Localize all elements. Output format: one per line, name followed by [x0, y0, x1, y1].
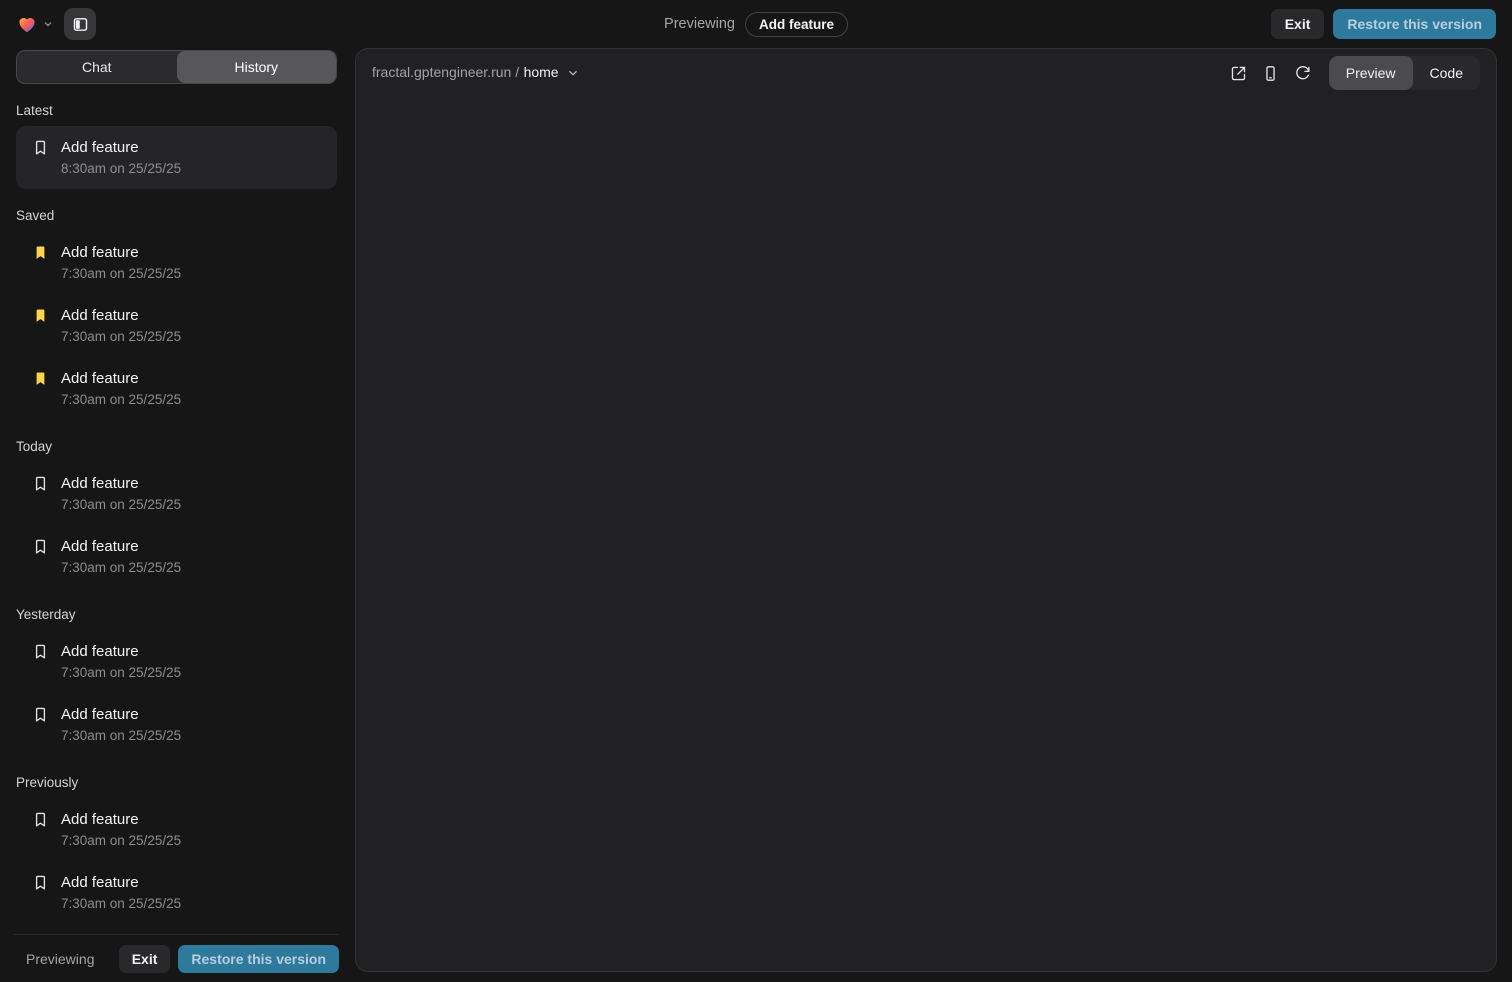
section-header-latest: Latest: [16, 102, 337, 120]
version-timestamp: 7:30am on 25/25/25: [61, 831, 181, 851]
sidebar-toggle-button[interactable]: [64, 8, 96, 40]
version-timestamp: 7:30am on 25/25/25: [61, 264, 181, 284]
version-list-item[interactable]: Add feature7:30am on 25/25/25: [16, 357, 337, 420]
preview-panel: fractal.gptengineer.run / home: [355, 48, 1497, 972]
tab-preview[interactable]: Preview: [1329, 56, 1413, 90]
restore-version-button[interactable]: Restore this version: [178, 945, 339, 973]
version-timestamp: 7:30am on 25/25/25: [61, 726, 181, 746]
version-title: Add feature: [61, 703, 181, 726]
version-timestamp: 7:30am on 25/25/25: [61, 390, 181, 410]
section-header-yesterday: Yesterday: [16, 606, 337, 624]
refresh-button[interactable]: [1289, 59, 1317, 87]
bookmark-outline-icon: [32, 706, 49, 723]
version-title: Add feature: [61, 472, 181, 495]
version-badge[interactable]: Add feature: [745, 12, 848, 37]
exit-button[interactable]: Exit: [119, 945, 171, 973]
previewing-status-label: Previewing: [664, 16, 735, 32]
mobile-view-icon: [1262, 65, 1279, 82]
exit-button[interactable]: Exit: [1271, 9, 1325, 39]
version-list-item[interactable]: Add feature7:30am on 25/25/25: [16, 630, 337, 693]
version-title: Add feature: [61, 871, 181, 894]
version-timestamp: 7:30am on 25/25/25: [61, 495, 181, 515]
preview-url-selector[interactable]: fractal.gptengineer.run / home: [372, 64, 580, 82]
bookmark-outline-icon: [32, 874, 49, 891]
restore-version-button[interactable]: Restore this version: [1333, 9, 1496, 39]
section-header-previously: Previously: [16, 774, 337, 792]
url-page: home: [524, 64, 559, 80]
version-history-list: LatestAdd feature8:30am on 25/25/25Saved…: [12, 84, 341, 934]
history-sidebar: ChatHistory LatestAdd feature8:30am on 2…: [0, 48, 355, 982]
tab-code[interactable]: Code: [1413, 56, 1480, 90]
tab-chat[interactable]: Chat: [17, 51, 177, 83]
sidebar-footer: Previewing Exit Restore this version: [14, 934, 339, 982]
version-timestamp: 7:30am on 25/25/25: [61, 894, 181, 914]
version-list-item[interactable]: Add feature7:30am on 25/25/25: [16, 462, 337, 525]
version-title: Add feature: [61, 640, 181, 663]
section-header-today: Today: [16, 438, 337, 456]
preview-header: fractal.gptengineer.run / home: [356, 49, 1496, 97]
version-list-item[interactable]: Add feature7:30am on 25/25/25: [16, 798, 337, 861]
version-timestamp: 7:30am on 25/25/25: [61, 558, 181, 578]
version-title: Add feature: [61, 808, 181, 831]
bookmark-outline-icon: [32, 811, 49, 828]
mobile-view-button[interactable]: [1257, 59, 1285, 87]
version-list-item[interactable]: Add feature7:30am on 25/25/25: [16, 294, 337, 357]
version-list-item[interactable]: Add feature7:30am on 25/25/25: [16, 861, 337, 924]
bookmark-filled-icon: [32, 370, 49, 387]
version-timestamp: 8:30am on 25/25/25: [61, 159, 181, 179]
version-list-item[interactable]: Add feature7:30am on 25/25/25: [16, 693, 337, 756]
heart-logo-icon: [16, 13, 38, 35]
section-header-saved: Saved: [16, 207, 337, 225]
open-in-new-tab-button[interactable]: [1225, 59, 1253, 87]
preview-content-area: [356, 97, 1496, 971]
panel-left-icon: [72, 16, 89, 33]
topbar: Previewing Add feature Exit Restore this…: [0, 0, 1512, 48]
tab-history[interactable]: History: [177, 51, 337, 83]
version-title: Add feature: [61, 304, 181, 327]
version-list-item[interactable]: Add feature8:30am on 25/25/25: [16, 126, 337, 189]
previewing-status-label: Previewing: [26, 951, 94, 967]
version-title: Add feature: [61, 241, 181, 264]
version-timestamp: 7:30am on 25/25/25: [61, 327, 181, 347]
version-list-item[interactable]: Add feature7:30am on 25/25/25: [16, 231, 337, 294]
version-timestamp: 7:30am on 25/25/25: [61, 663, 181, 683]
bookmark-filled-icon: [32, 244, 49, 261]
app-logo-menu[interactable]: [16, 13, 54, 35]
refresh-icon: [1294, 65, 1311, 82]
bookmark-outline-icon: [32, 475, 49, 492]
version-title: Add feature: [61, 136, 181, 159]
bookmark-outline-icon: [32, 139, 49, 156]
chevron-down-icon: [42, 18, 54, 30]
version-title: Add feature: [61, 367, 181, 390]
version-title: Add feature: [61, 535, 181, 558]
preview-code-tabs: PreviewCode: [1329, 56, 1480, 90]
version-list-item[interactable]: Add feature7:30am on 25/25/25: [16, 525, 337, 588]
open-in-new-tab-icon: [1230, 65, 1247, 82]
bookmark-outline-icon: [32, 538, 49, 555]
url-domain: fractal.gptengineer.run /: [372, 64, 519, 80]
chat-history-tabs: ChatHistory: [16, 50, 337, 84]
chevron-down-icon: [566, 66, 580, 80]
bookmark-outline-icon: [32, 643, 49, 660]
bookmark-filled-icon: [32, 307, 49, 324]
